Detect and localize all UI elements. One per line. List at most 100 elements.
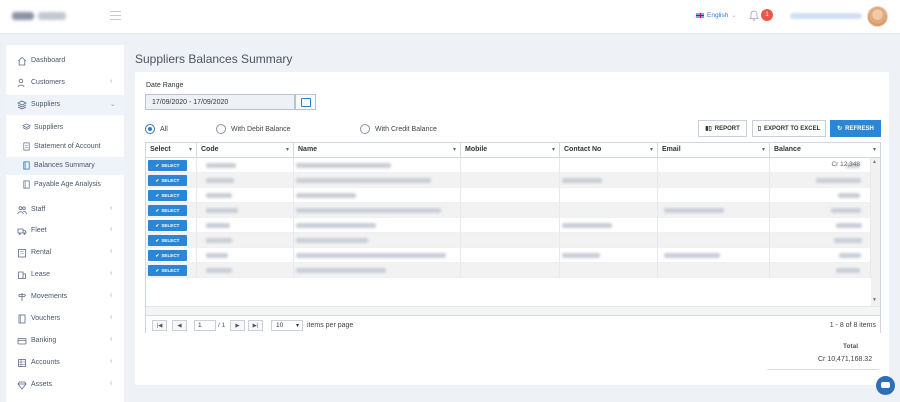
scroll-down-icon[interactable]: ▼ <box>872 297 877 303</box>
sidebar-item-dashboard[interactable]: Dashboard <box>6 51 124 71</box>
sidebar-item-label: Fleet <box>31 227 47 234</box>
export-excel-button[interactable]: ▯ EXPORT TO EXCEL <box>752 120 826 137</box>
sidebar-item-vouchers[interactable]: Vouchers ‹ <box>6 309 124 329</box>
table-cell <box>461 218 560 233</box>
first-page-button[interactable]: |◀ <box>152 320 167 331</box>
next-page-button[interactable]: ▶ <box>230 320 245 331</box>
report-button[interactable]: ▮▯ REPORT <box>698 120 747 137</box>
date-range-label: Date Range <box>146 82 184 89</box>
chevron-down-icon[interactable]: ▾ <box>552 146 555 153</box>
column-header-name[interactable]: Name ▾ <box>294 143 461 158</box>
language-label: English <box>707 12 729 19</box>
items-per-page-label: items per page <box>307 322 354 329</box>
redacted-value <box>206 208 238 213</box>
sidebar-subitem-suppliers[interactable]: Suppliers <box>6 119 124 137</box>
sidebar-item-movements[interactable]: Movements ‹ <box>6 287 124 307</box>
page-size-select[interactable]: 10 ▾ <box>271 320 303 331</box>
sidebar-item-accounts[interactable]: Accounts ‹ <box>6 353 124 373</box>
select-button-label: SELECT <box>161 268 180 273</box>
sidebar-item-rental[interactable]: Rental ‹ <box>6 243 124 263</box>
sidebar-subitem-payable-age-analysis[interactable]: Payable Age Analysis <box>6 176 124 194</box>
page-size-value: 10 <box>276 322 284 329</box>
select-row-button[interactable]: ✔ SELECT <box>148 190 187 201</box>
refresh-button[interactable]: ↻ REFRESH <box>830 120 881 137</box>
chevron-down-icon: ▾ <box>295 323 299 329</box>
chevron-down-icon[interactable]: ▾ <box>286 146 289 153</box>
redacted-value <box>296 223 376 228</box>
select-row-button[interactable]: ✔ SELECT <box>148 235 187 246</box>
table-row: ✔ SELECT <box>146 233 871 248</box>
date-range-input[interactable]: 17/09/2020 - 17/09/2020 <box>145 94 295 110</box>
select-row-button[interactable]: ✔ SELECT <box>148 265 187 276</box>
chevron-left-icon: ‹ <box>110 314 113 321</box>
radio-label: With Debit Balance <box>231 125 291 133</box>
chat-icon[interactable] <box>876 376 895 395</box>
language-selector[interactable]: English ⌄ <box>696 12 736 19</box>
notification-badge[interactable]: 1 <box>761 9 773 21</box>
sidebar-subitem-statement-of-account[interactable]: Statement of Account <box>6 138 124 156</box>
sidebar-item-assets[interactable]: Assets ‹ <box>6 375 124 395</box>
select-row-button[interactable]: ✔ SELECT <box>148 205 187 216</box>
sidebar-subitem-balances-summary[interactable]: Balances Summary <box>6 157 124 175</box>
table-cell <box>461 188 560 203</box>
column-header-email[interactable]: Email ▾ <box>658 143 770 158</box>
select-row-button[interactable]: ✔ SELECT <box>148 220 187 231</box>
menu-toggle-icon[interactable] <box>110 11 121 21</box>
column-header-balance[interactable]: Balance ▾ <box>770 143 880 158</box>
sidebar-item-fleet[interactable]: Fleet ‹ <box>6 221 124 241</box>
calendar-button[interactable] <box>295 94 316 110</box>
filter-credit-radio[interactable]: With Credit Balance <box>360 124 437 134</box>
redacted-value <box>836 223 862 228</box>
chevron-down-icon[interactable]: ▾ <box>762 146 765 153</box>
chevron-down-icon[interactable]: ▾ <box>189 146 192 153</box>
suppliers-grid: Select ▾ Code ▾ Name ▾ Mobile ▾ Contact No ▾ … <box>145 142 881 333</box>
horizontal-scrollbar[interactable] <box>146 306 880 315</box>
vertical-scrollbar[interactable]: ▲ ▼ <box>871 158 880 306</box>
sidebar-subitem-label: Statement of Account <box>34 143 101 150</box>
chevron-down-icon[interactable]: ▾ <box>650 146 653 153</box>
page-number-input[interactable]: 1 <box>194 320 216 331</box>
redacted-value <box>296 193 356 198</box>
filter-debit-radio[interactable]: With Debit Balance <box>216 124 291 134</box>
select-button-label: SELECT <box>161 208 180 213</box>
sidebar-item-banking[interactable]: Banking ‹ <box>6 331 124 351</box>
chevron-left-icon: ‹ <box>110 358 113 365</box>
select-row-button[interactable]: ✔ SELECT <box>148 175 187 186</box>
chevron-down-icon[interactable]: ▾ <box>453 146 456 153</box>
check-icon: ✔ <box>155 207 160 213</box>
chevron-down-icon[interactable]: ▾ <box>873 146 876 153</box>
user-name[interactable] <box>790 13 862 19</box>
check-icon: ✔ <box>155 252 160 258</box>
bell-icon[interactable] <box>749 10 761 22</box>
last-page-button[interactable]: ▶| <box>248 320 263 331</box>
redacted-value <box>664 208 724 213</box>
sidebar-item-label: Staff <box>31 206 46 213</box>
sidebar-item-lease[interactable]: Lease ‹ <box>6 265 124 285</box>
uk-flag-icon <box>696 13 704 18</box>
table-cell <box>461 158 560 173</box>
user-avatar[interactable] <box>867 6 888 27</box>
filter-all-radio[interactable]: All <box>145 124 168 134</box>
sidebar-item-suppliers[interactable]: Suppliers ⌄ <box>6 95 124 115</box>
top-bar: English ⌄ 1 <box>0 0 900 34</box>
truck-icon <box>17 226 27 236</box>
select-button-label: SELECT <box>161 253 180 258</box>
sidebar-item-customers[interactable]: Customers ‹ <box>6 73 124 93</box>
column-header-code[interactable]: Code ▾ <box>197 143 294 158</box>
chevron-left-icon: ‹ <box>110 226 113 233</box>
company-logo[interactable] <box>12 10 68 22</box>
column-header-select[interactable]: Select ▾ <box>146 143 197 158</box>
select-button-label: SELECT <box>161 163 180 168</box>
select-row-button[interactable]: ✔ SELECT <box>148 250 187 261</box>
select-button-label: SELECT <box>161 223 180 228</box>
column-header-contact-no[interactable]: Contact No ▾ <box>560 143 658 158</box>
prev-page-button[interactable]: ◀ <box>172 320 187 331</box>
column-header-mobile[interactable]: Mobile ▾ <box>461 143 560 158</box>
select-row-button[interactable]: ✔ SELECT <box>148 160 187 171</box>
sidebar-item-staff[interactable]: Staff ‹ <box>6 200 124 220</box>
scroll-up-icon[interactable]: ▲ <box>872 159 877 165</box>
table-cell <box>658 158 770 173</box>
chevron-left-icon: ‹ <box>110 336 113 343</box>
sidebar-subitem-label: Suppliers <box>34 124 64 131</box>
grid-pager: |◀ ◀ 1 / 1 ▶ ▶| 10 ▾ items per page 1 - 8… <box>146 315 880 333</box>
